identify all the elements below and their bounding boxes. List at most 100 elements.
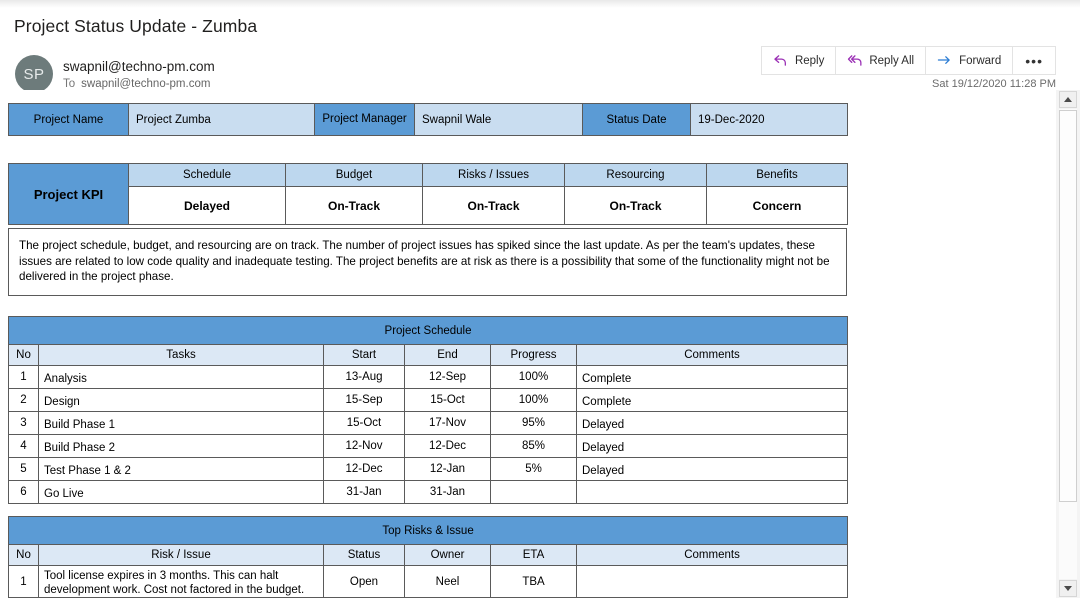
schedule-comment: Delayed bbox=[577, 458, 848, 481]
schedule-end: 31-Jan bbox=[405, 481, 491, 504]
risks-col-no: No bbox=[9, 545, 39, 566]
reply-label: Reply bbox=[795, 55, 824, 67]
chevron-down-icon bbox=[1064, 586, 1072, 591]
schedule-task: Analysis bbox=[39, 366, 324, 389]
schedule-comment: Delayed bbox=[577, 412, 848, 435]
table-row: Project Name Project Zumba Project Manag… bbox=[9, 104, 848, 136]
message-header: Project Status Update - Zumba SP swapnil… bbox=[0, 8, 1080, 88]
risks-title: Top Risks & Issue bbox=[9, 517, 848, 545]
schedule-task: Build Phase 2 bbox=[39, 435, 324, 458]
schedule-col-no: No bbox=[9, 345, 39, 366]
schedule-start: 15-Oct bbox=[324, 412, 405, 435]
schedule-progress: 5% bbox=[491, 458, 577, 481]
scroll-up-button[interactable] bbox=[1059, 91, 1077, 108]
forward-label: Forward bbox=[959, 55, 1001, 67]
scroll-down-button[interactable] bbox=[1059, 580, 1077, 597]
schedule-col-tasks: Tasks bbox=[39, 345, 324, 366]
schedule-end: 12-Sep bbox=[405, 366, 491, 389]
kpi-col-schedule: Schedule bbox=[129, 164, 286, 187]
schedule-progress bbox=[491, 481, 577, 504]
risk-text: Tool license expires in 3 months. This c… bbox=[39, 566, 324, 598]
scrollbar-thumb[interactable] bbox=[1059, 110, 1077, 502]
schedule-col-comments: Comments bbox=[577, 345, 848, 366]
email-subject: Project Status Update - Zumba bbox=[14, 16, 257, 37]
kpi-row-label: Project KPI bbox=[9, 164, 129, 225]
schedule-end: 12-Dec bbox=[405, 435, 491, 458]
vertical-scrollbar[interactable] bbox=[1056, 90, 1080, 598]
kpi-col-resourcing: Resourcing bbox=[565, 164, 707, 187]
table-row: No Risk / Issue Status Owner ETA Comment… bbox=[9, 545, 848, 566]
risk-owner: Neel bbox=[405, 566, 491, 598]
risks-col-owner: Owner bbox=[405, 545, 491, 566]
table-row: Project KPI Schedule Budget Risks / Issu… bbox=[9, 164, 848, 187]
schedule-progress: 95% bbox=[491, 412, 577, 435]
table-row: Project Schedule bbox=[9, 317, 848, 345]
project-schedule-table: Project Schedule No Tasks Start End Prog… bbox=[8, 316, 848, 504]
schedule-progress: 100% bbox=[491, 389, 577, 412]
table-row: No Tasks Start End Progress Comments bbox=[9, 345, 848, 366]
status-date-value: 19-Dec-2020 bbox=[691, 104, 848, 136]
risks-col-risk: Risk / Issue bbox=[39, 545, 324, 566]
kpi-value-budget: On-Track bbox=[286, 187, 423, 225]
schedule-progress: 85% bbox=[491, 435, 577, 458]
table-row: 6 Go Live 31-Jan 31-Jan bbox=[9, 481, 848, 504]
schedule-start: 15-Sep bbox=[324, 389, 405, 412]
window-top-strip bbox=[0, 0, 1080, 8]
table-row: 4 Build Phase 2 12-Nov 12-Dec 85% Delaye… bbox=[9, 435, 848, 458]
risk-comment bbox=[577, 566, 848, 598]
schedule-comment: Delayed bbox=[577, 435, 848, 458]
status-date-label: Status Date bbox=[583, 104, 691, 136]
kpi-value-resourcing: On-Track bbox=[565, 187, 707, 225]
status-summary-text: The project schedule, budget, and resour… bbox=[19, 239, 830, 283]
table-row: 2 Design 15-Sep 15-Oct 100% Complete bbox=[9, 389, 848, 412]
risk-eta: TBA bbox=[491, 566, 577, 598]
forward-button[interactable]: Forward bbox=[925, 46, 1012, 75]
risk-status: Open bbox=[324, 566, 405, 598]
forward-arrow-icon bbox=[937, 54, 952, 67]
to-address[interactable]: swapnil@techno-pm.com bbox=[81, 78, 210, 90]
risks-col-comments: Comments bbox=[577, 545, 848, 566]
schedule-end: 12-Jan bbox=[405, 458, 491, 481]
project-info-table: Project Name Project Zumba Project Manag… bbox=[8, 103, 848, 136]
schedule-no: 1 bbox=[9, 366, 39, 389]
schedule-no: 5 bbox=[9, 458, 39, 481]
table-row: Top Risks & Issue bbox=[9, 517, 848, 545]
project-manager-label: Project Manager bbox=[315, 104, 415, 136]
schedule-task: Test Phase 1 & 2 bbox=[39, 458, 324, 481]
sender-address[interactable]: swapnil@techno-pm.com bbox=[63, 58, 215, 75]
kpi-col-budget: Budget bbox=[286, 164, 423, 187]
schedule-title: Project Schedule bbox=[9, 317, 848, 345]
schedule-comment: Complete bbox=[577, 389, 848, 412]
sender-block: swapnil@techno-pm.com Toswapnil@techno-p… bbox=[63, 58, 215, 91]
schedule-end: 15-Oct bbox=[405, 389, 491, 412]
message-action-toolbar: Reply Reply All Forward bbox=[761, 46, 1056, 75]
reply-button[interactable]: Reply bbox=[761, 46, 835, 75]
kpi-value-risks: On-Track bbox=[423, 187, 565, 225]
reply-all-button[interactable]: Reply All bbox=[835, 46, 925, 75]
risks-col-status: Status bbox=[324, 545, 405, 566]
schedule-no: 4 bbox=[9, 435, 39, 458]
reply-all-arrow-icon bbox=[847, 54, 862, 67]
schedule-task: Design bbox=[39, 389, 324, 412]
table-row: 1 Tool license expires in 3 months. This… bbox=[9, 566, 848, 598]
schedule-task: Build Phase 1 bbox=[39, 412, 324, 435]
schedule-start: 12-Nov bbox=[324, 435, 405, 458]
schedule-task: Go Live bbox=[39, 481, 324, 504]
project-manager-value: Swapnil Wale bbox=[415, 104, 583, 136]
kpi-value-schedule: Delayed bbox=[129, 187, 286, 225]
more-actions-button[interactable]: ••• bbox=[1012, 46, 1056, 75]
schedule-start: 13-Aug bbox=[324, 366, 405, 389]
schedule-col-progress: Progress bbox=[491, 345, 577, 366]
table-row: Delayed On-Track On-Track On-Track Conce… bbox=[9, 187, 848, 225]
reply-all-label: Reply All bbox=[869, 55, 914, 67]
risks-col-eta: ETA bbox=[491, 545, 577, 566]
kpi-value-benefits: Concern bbox=[707, 187, 848, 225]
project-name-value: Project Zumba bbox=[129, 104, 315, 136]
schedule-no: 6 bbox=[9, 481, 39, 504]
schedule-start: 12-Dec bbox=[324, 458, 405, 481]
table-row: 1 Analysis 13-Aug 12-Sep 100% Complete bbox=[9, 366, 848, 389]
project-name-label: Project Name bbox=[9, 104, 129, 136]
top-risks-issues-table: Top Risks & Issue No Risk / Issue Status… bbox=[8, 516, 848, 598]
schedule-end: 17-Nov bbox=[405, 412, 491, 435]
outlook-reading-pane: Project Status Update - Zumba SP swapnil… bbox=[0, 0, 1080, 598]
